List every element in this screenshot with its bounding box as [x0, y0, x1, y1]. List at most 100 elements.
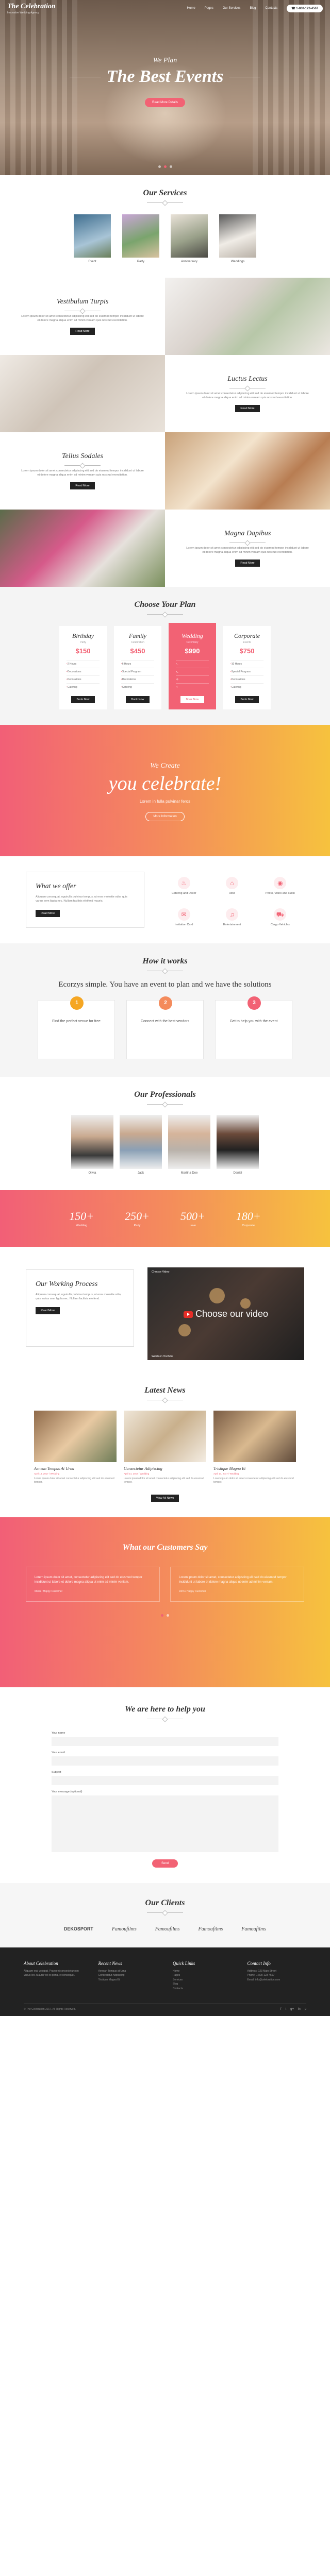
slider-dot[interactable]	[169, 165, 172, 168]
offer-box: What we offer Aliquam consequat, oguirul…	[26, 872, 144, 928]
google-plus-icon[interactable]: g+	[290, 2008, 294, 2011]
logo[interactable]: The Celebration Innovative Wedding Agenc…	[7, 3, 56, 14]
news-card[interactable]: Consectetur Adipiscing April 14, 2017 / …	[124, 1410, 206, 1484]
footer-link[interactable]: Pages	[173, 1973, 232, 1978]
offer-item[interactable]: ♫ Entertainment	[208, 908, 256, 927]
send-row: Send	[52, 1859, 278, 1868]
client-logo[interactable]: Famoufilms	[241, 1926, 266, 1932]
celebrate-title: you celebrate!	[108, 773, 222, 794]
professionals-row: Olivia Jack Martina Doe Daniel	[0, 1114, 330, 1175]
process-button[interactable]: Read More	[36, 1307, 60, 1315]
footer-contact: Contact Info Address: 123 Main Street Ph…	[248, 1961, 307, 1991]
news-card-title[interactable]: Tristique Magna Et	[213, 1466, 296, 1471]
plan-feature: 10 Hours	[230, 660, 263, 668]
service-card[interactable]: Anniversary	[171, 214, 208, 263]
slider-dot[interactable]	[167, 1614, 169, 1617]
twitter-icon[interactable]: t	[285, 2008, 286, 2011]
footer-news-link[interactable]: Tristique Magna Et	[98, 1978, 158, 1982]
slider-dot[interactable]	[158, 165, 161, 168]
name-field[interactable]	[52, 1736, 278, 1746]
professional-card[interactable]: Daniel	[217, 1114, 259, 1175]
email-label: Your email	[52, 1751, 65, 1754]
step-number: 2	[159, 996, 172, 1010]
plan-features: _ _ p l	[169, 655, 216, 691]
celebrate-banner: We Create you celebrate! Lorem in fulla …	[0, 725, 330, 856]
plan-feature: l	[176, 683, 209, 691]
slider-dot-active[interactable]	[161, 1614, 163, 1617]
testimonial-dots	[0, 1614, 330, 1617]
professionals-section: Our Professionals Olivia Jack Martina Do…	[0, 1077, 330, 1190]
offer-item[interactable]: ◉ Photo, Video and audio	[256, 877, 304, 896]
email-field[interactable]	[52, 1756, 278, 1766]
ornament-divider	[64, 308, 101, 311]
celebrate-button[interactable]: More Information	[145, 812, 185, 821]
contact-title: We are here to help you	[125, 1704, 205, 1714]
pinterest-icon[interactable]: p	[305, 2008, 306, 2011]
subject-field[interactable]	[52, 1775, 278, 1785]
news-card[interactable]: Aenean Tempus At Urna April 14, 2017 / W…	[34, 1410, 117, 1484]
slider-dot-active[interactable]	[163, 165, 167, 168]
process-section: Our Working Process Aliquam consequat, o…	[0, 1247, 330, 1376]
phone-button[interactable]: ☎ 1-800-123-4567	[287, 4, 323, 12]
footer-news-link[interactable]: Consectetur Adipiscing	[98, 1973, 158, 1978]
feature-button[interactable]: Read More	[235, 405, 260, 413]
plan-book-button[interactable]: Book Now	[235, 696, 259, 703]
stat-item: 500+ Love	[180, 1210, 205, 1227]
footer-link[interactable]: Blog	[173, 1982, 232, 1987]
linkedin-icon[interactable]: in	[298, 2008, 301, 2011]
step-text: Find the perfect venue for free	[52, 1019, 101, 1023]
client-logo[interactable]: DEKOSPORT	[64, 1926, 93, 1931]
hero-button[interactable]: Read More Details	[145, 98, 185, 107]
clients-row: DEKOSPORT Famoufilms Famoufilms Famoufil…	[0, 1926, 330, 1932]
news-card-meta: April 14, 2017 / Wedding	[34, 1472, 60, 1475]
offer-item[interactable]: ⌂ Hotel	[208, 877, 256, 896]
feature-button[interactable]: Read More	[70, 328, 95, 335]
message-field[interactable]	[52, 1795, 278, 1852]
professional-card[interactable]: Jack	[120, 1114, 162, 1175]
menu-item-services[interactable]: Our Services	[223, 7, 241, 10]
news-card-text: Lorem ipsum dolor sit amet consectetur a…	[213, 1477, 294, 1484]
news-card-title[interactable]: Consectetur Adipiscing	[124, 1466, 206, 1471]
menu-item-home[interactable]: Home	[187, 7, 195, 10]
video-source[interactable]: Watch on YouTube	[152, 1355, 173, 1358]
plan-book-button[interactable]: Book Now	[126, 696, 150, 703]
footer-news-link[interactable]: Aenean Tempus at Urna	[98, 1969, 158, 1974]
service-card[interactable]: Event	[74, 214, 111, 263]
offer-grid: ♨ Catering and Decor ⌂ Hotel ◉ Photo, Video…	[160, 872, 304, 928]
ornament-divider	[147, 612, 183, 615]
facebook-icon[interactable]: f	[280, 2008, 282, 2011]
footer-link[interactable]: Services	[173, 1978, 232, 1982]
menu-item-blog[interactable]: Blog	[250, 7, 256, 10]
plan-book-button[interactable]: Book Now	[180, 696, 204, 703]
services-row: Event Party Anniversary Weddings	[0, 214, 330, 263]
news-card[interactable]: Tristique Magna Et April 14, 2017 / Wedd…	[213, 1410, 296, 1484]
plan-book-button[interactable]: Book Now	[71, 696, 95, 703]
feature-button[interactable]: Read More	[70, 482, 95, 490]
client-logo[interactable]: Famoufilms	[199, 1926, 223, 1932]
send-button[interactable]: Send	[152, 1859, 178, 1868]
news-card-text: Lorem ipsum dolor sit amet consectetur a…	[124, 1477, 204, 1484]
professional-card[interactable]: Olivia	[71, 1114, 113, 1175]
service-card[interactable]: Weddings	[219, 214, 256, 263]
offer-item[interactable]: ✉ Invitation Card	[160, 908, 208, 927]
news-card-title[interactable]: Aenean Tempus At Urna	[34, 1466, 117, 1471]
professional-card[interactable]: Martina Doe	[168, 1114, 210, 1175]
step-text: Get to help you with the event	[229, 1019, 278, 1023]
menu-item-contacts[interactable]: Contacts	[265, 7, 277, 10]
view-all-news-button[interactable]: View All News	[151, 1494, 179, 1502]
feature-button[interactable]: Read More	[235, 560, 260, 567]
menu-item-pages[interactable]: Pages	[205, 7, 213, 10]
client-logo[interactable]: Famoufilms	[155, 1926, 180, 1932]
plan-feature: 2 Hours	[67, 660, 100, 668]
video-player[interactable]: Choose Video Choose our video Watch on Y…	[147, 1267, 304, 1360]
footer-link[interactable]: Contacts	[173, 1987, 232, 1991]
plan-feature: Special Program	[121, 668, 154, 675]
offer-item[interactable]: ⛟ Cargo Vehicles	[256, 908, 304, 927]
play-icon[interactable]	[183, 1311, 193, 1318]
service-card[interactable]: Party	[122, 214, 159, 263]
footer-link[interactable]: Home	[173, 1969, 232, 1974]
client-logo[interactable]: Famoufilms	[112, 1926, 137, 1932]
features-section: Vestibulum Turpis Lorem ipsum dolor sit …	[0, 278, 330, 587]
offer-item[interactable]: ♨ Catering and Decor	[160, 877, 208, 896]
offer-button[interactable]: Read More	[36, 909, 60, 917]
